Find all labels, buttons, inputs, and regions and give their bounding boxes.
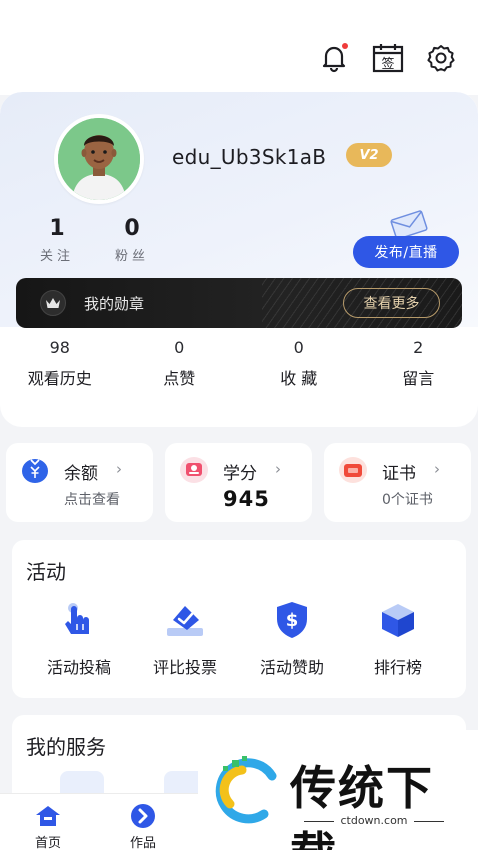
activity-title: 活动 bbox=[26, 560, 66, 584]
activity-label: 排行榜 bbox=[373, 658, 422, 677]
stat-likes[interactable]: 0 点赞 bbox=[120, 338, 240, 408]
credit-value: 945 bbox=[223, 487, 270, 511]
avatar-image bbox=[58, 118, 140, 200]
avatar[interactable] bbox=[54, 114, 144, 204]
following-stat[interactable]: 1 关注 bbox=[32, 216, 82, 264]
activity-label: 活动投稿 bbox=[46, 658, 111, 677]
stat-label: 点赞 bbox=[163, 369, 196, 388]
fans-label: 粉丝 bbox=[114, 249, 149, 264]
balance-sub: 点击查看 bbox=[64, 492, 120, 508]
stat-comments[interactable]: 2 留言 bbox=[359, 338, 478, 408]
home-icon bbox=[34, 804, 62, 828]
stat-label: 观看历史 bbox=[27, 369, 92, 388]
activity-label: 评比投票 bbox=[152, 658, 217, 677]
services-title: 我的服务 bbox=[26, 735, 106, 759]
cube-icon bbox=[376, 598, 420, 642]
dollar-shield-icon: $ bbox=[270, 598, 314, 642]
activity-ranking[interactable]: 排行榜 bbox=[348, 598, 448, 678]
credit-title: 学分 bbox=[223, 464, 257, 484]
bell-icon[interactable] bbox=[316, 40, 352, 76]
activity-label: 活动赞助 bbox=[259, 658, 324, 677]
vote-check-icon bbox=[163, 598, 207, 642]
username: edu_Ub3Sk1aB bbox=[172, 145, 327, 169]
balance-title: 余额 bbox=[64, 464, 98, 484]
ctdown-logo-icon bbox=[212, 756, 282, 826]
sign-in-icon[interactable]: 签 bbox=[370, 40, 406, 76]
following-label: 关注 bbox=[39, 249, 74, 264]
level-badge: V2 bbox=[346, 143, 392, 167]
fans-stat[interactable]: 0 粉丝 bbox=[104, 216, 160, 264]
chevron-right-icon: › bbox=[116, 460, 122, 478]
stat-label: 留言 bbox=[402, 369, 435, 388]
nav-works[interactable]: 作品 bbox=[113, 804, 173, 850]
stat-value: 98 bbox=[49, 338, 70, 357]
medal-bar[interactable]: 我的勋章 查看更多 bbox=[16, 278, 462, 328]
works-arrow-icon bbox=[129, 804, 157, 828]
stat-value: 0 bbox=[293, 338, 304, 357]
nav-home[interactable]: 首页 bbox=[18, 804, 78, 850]
nav-label: 首页 bbox=[34, 836, 61, 850]
following-count: 1 bbox=[49, 216, 65, 241]
bottom-nav: 首页 作品 bbox=[0, 793, 200, 850]
fans-count: 0 bbox=[124, 216, 140, 241]
medal-label: 我的勋章 bbox=[84, 295, 145, 313]
stats-row: 98 观看历史 0 点赞 0 收 藏 2 留言 bbox=[0, 338, 478, 408]
settings-icon[interactable] bbox=[423, 40, 459, 76]
wallet-yen-icon bbox=[20, 457, 50, 483]
stat-label: 收 藏 bbox=[280, 369, 318, 388]
credit-card[interactable]: 学分 › 945 bbox=[165, 443, 312, 522]
nav-label: 作品 bbox=[129, 836, 156, 850]
watermark-name: 传统下载 bbox=[290, 761, 434, 850]
activity-sponsor[interactable]: $ 活动赞助 bbox=[242, 598, 342, 678]
activity-card: 活动 活动投稿 评比投票 $ 活动赞助 排行榜 bbox=[12, 540, 466, 698]
certificate-card[interactable]: 证书 › 0个证书 bbox=[324, 443, 471, 522]
profile-card: edu_Ub3Sk1aB V2 1 关注 0 粉丝 发布/直播 我的勋章 查看更… bbox=[0, 92, 478, 427]
stat-value: 2 bbox=[413, 338, 424, 357]
watermark-url: ctdown.com bbox=[292, 814, 456, 827]
view-more-button[interactable]: 查看更多 bbox=[343, 288, 440, 318]
stat-history[interactable]: 98 观看历史 bbox=[0, 338, 120, 408]
chevron-right-icon: › bbox=[434, 460, 440, 478]
publish-live-button[interactable]: 发布/直播 bbox=[353, 236, 459, 268]
certificate-title: 证书 bbox=[382, 464, 416, 484]
svg-text:$: $ bbox=[286, 610, 299, 631]
hand-pointer-icon bbox=[57, 598, 101, 642]
chevron-right-icon: › bbox=[275, 460, 281, 478]
sign-char: 签 bbox=[381, 56, 394, 72]
crown-icon bbox=[40, 290, 66, 316]
certificate-icon bbox=[338, 457, 368, 483]
stat-favorites[interactable]: 0 收 藏 bbox=[239, 338, 359, 408]
watermark: 传统下载 ctdown.com bbox=[198, 730, 478, 850]
balance-card[interactable]: 余额 › 点击查看 bbox=[6, 443, 153, 522]
stat-value: 0 bbox=[174, 338, 185, 357]
credit-icon bbox=[179, 457, 209, 483]
activity-submit[interactable]: 活动投稿 bbox=[29, 598, 129, 678]
top-bar: 签 bbox=[0, 0, 478, 95]
notification-dot bbox=[342, 43, 348, 49]
activity-vote[interactable]: 评比投票 bbox=[135, 598, 235, 678]
certificate-sub: 0个证书 bbox=[382, 492, 433, 508]
